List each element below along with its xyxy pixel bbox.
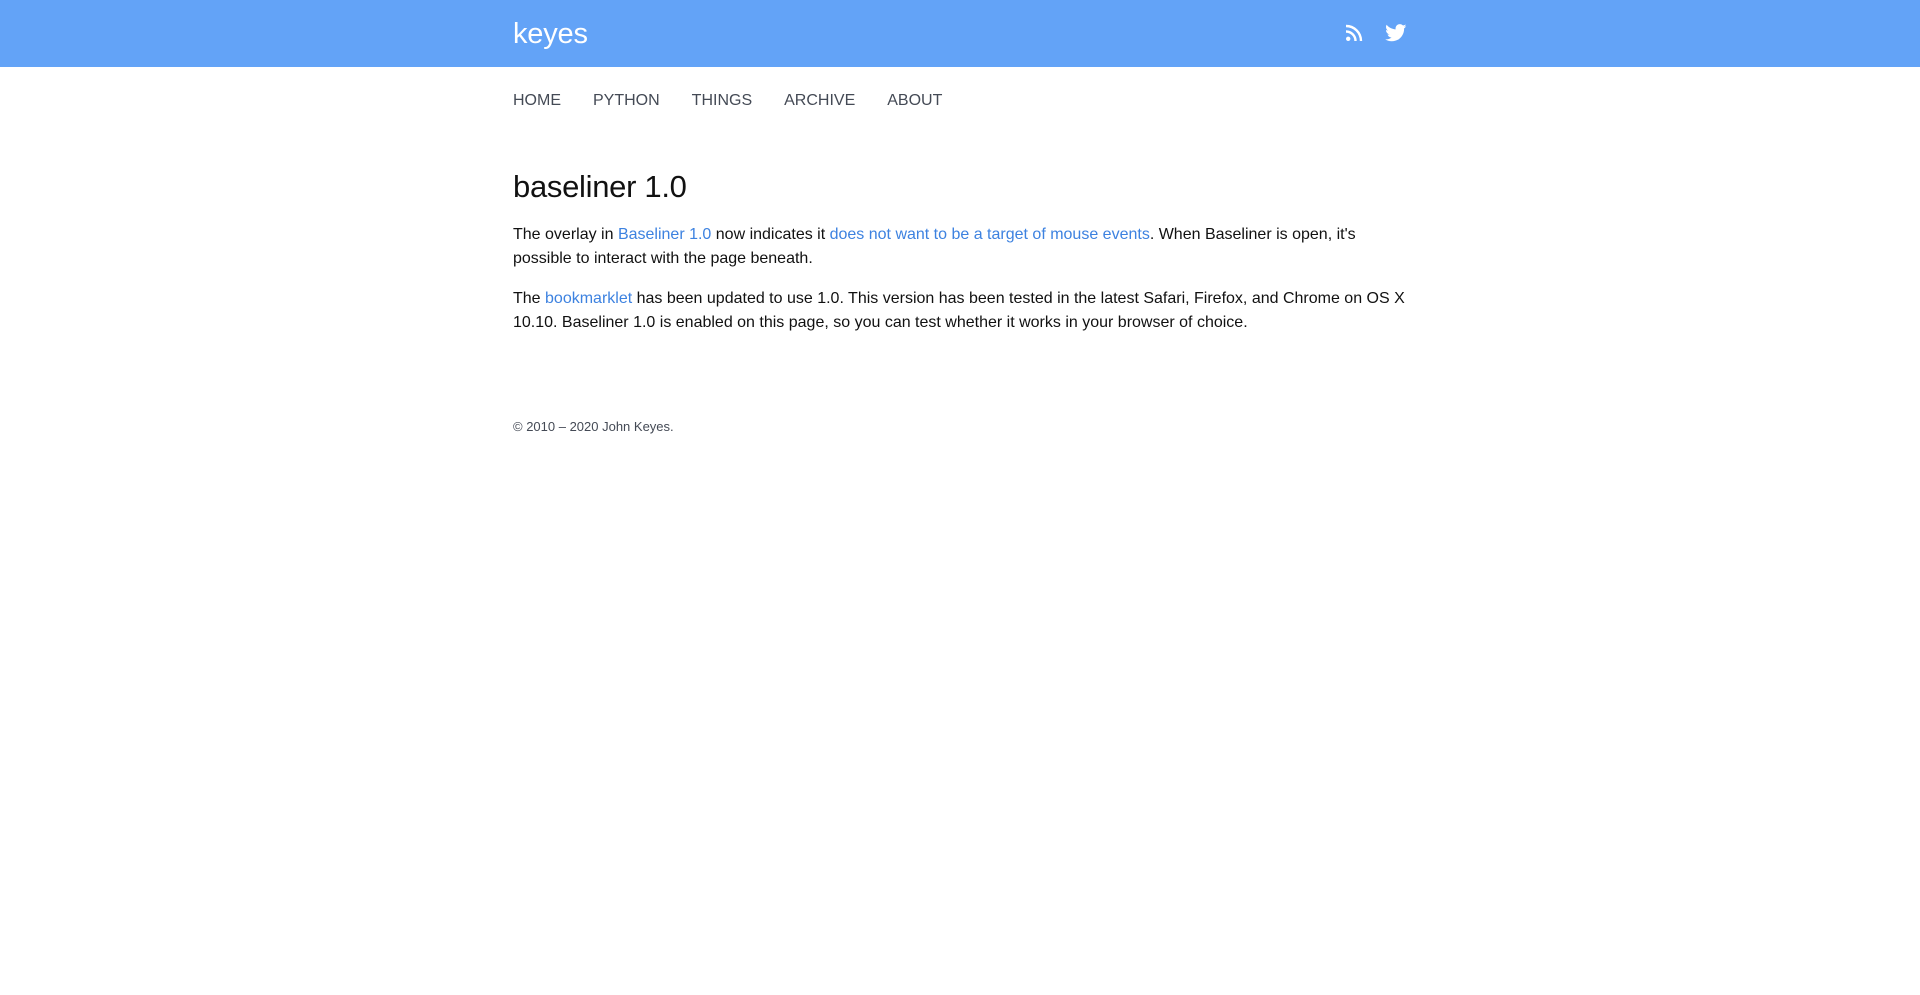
- article-paragraph-2: The bookmarklet has been updated to use …: [513, 287, 1407, 335]
- rss-icon[interactable]: [1345, 24, 1363, 47]
- nav-python[interactable]: PYTHON: [593, 89, 660, 119]
- p1-text-1: The overlay in: [513, 226, 618, 243]
- header-icons: [1345, 24, 1407, 47]
- baseliner-link[interactable]: Baseliner 1.0: [618, 226, 711, 243]
- main-nav: HOME PYTHON THINGS ARCHIVE ABOUT: [513, 67, 1407, 119]
- p1-text-2: now indicates it: [711, 226, 830, 243]
- site-title-link[interactable]: keyes: [513, 16, 588, 52]
- nav-about[interactable]: ABOUT: [887, 89, 942, 119]
- twitter-icon[interactable]: [1385, 24, 1407, 47]
- bookmarklet-link[interactable]: bookmarklet: [545, 290, 632, 307]
- footer-copyright: © 2010 – 2020 John Keyes.: [513, 419, 674, 434]
- main-container: HOME PYTHON THINGS ARCHIVE ABOUT baselin…: [513, 67, 1407, 437]
- p2-text-1: The: [513, 290, 546, 307]
- page-title: baseliner 1.0: [513, 169, 687, 204]
- p2-text-2: has been updated to use 1.0. This versio…: [513, 290, 1405, 331]
- nav-home[interactable]: HOME: [513, 89, 561, 119]
- nav-things[interactable]: THINGS: [692, 89, 752, 119]
- pointer-events-link[interactable]: does not want to be a target of mouse ev…: [830, 226, 1150, 243]
- site-header: keyes: [0, 0, 1920, 67]
- nav-archive[interactable]: ARCHIVE: [784, 89, 855, 119]
- article-paragraph-1: The overlay in Baseliner 1.0 now indicat…: [513, 223, 1407, 271]
